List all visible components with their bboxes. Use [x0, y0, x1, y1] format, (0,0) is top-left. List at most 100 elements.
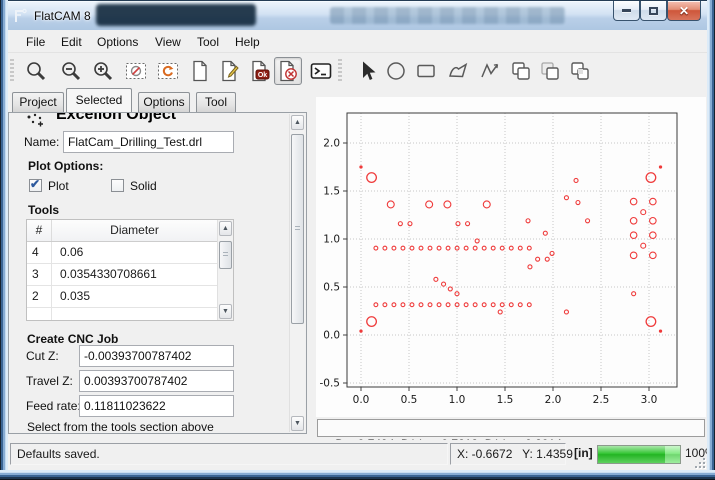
draw-rectangle-button[interactable]	[412, 57, 440, 85]
union-button[interactable]	[507, 57, 535, 85]
save-ok-icon: Ok	[248, 59, 272, 83]
tool-diameter-cell[interactable]: 0.06	[52, 242, 217, 263]
solid-checkbox-label[interactable]: Solid	[130, 179, 157, 193]
table-row[interactable]: 40.06	[27, 242, 217, 264]
scrollbar-thumb[interactable]	[291, 134, 304, 324]
draw-polygon-button[interactable]	[444, 57, 472, 85]
y-tick-label: 1.5	[323, 186, 340, 198]
plot-canvas[interactable]: 0.00.51.01.52.02.53.0-0.50.00.51.01.52.0	[316, 97, 706, 417]
travelz-input[interactable]	[79, 370, 234, 392]
background-window-bleed	[96, 4, 256, 26]
panel-title-clipped: Excellon Object	[56, 113, 256, 128]
tool-number-cell	[27, 308, 52, 321]
menu-item-edit[interactable]: Edit	[55, 32, 88, 52]
cnc-job-label: Create CNC Job	[27, 332, 118, 346]
subtract-icon	[538, 59, 562, 83]
pointer-icon	[356, 59, 380, 83]
minimize-button[interactable]	[613, 1, 640, 21]
toolbar-drag-handle[interactable]	[10, 59, 14, 83]
zoom-in-button[interactable]	[89, 57, 117, 85]
scrollbar-thumb[interactable]	[219, 241, 232, 269]
tool-number-cell[interactable]: 2	[27, 286, 52, 307]
drill-marker	[360, 330, 362, 332]
table-row[interactable]: 20.035	[27, 286, 217, 308]
replot-button[interactable]	[122, 57, 150, 85]
close-button[interactable]: ✕	[667, 1, 701, 21]
window-border-right[interactable]	[707, 0, 715, 480]
tab-options[interactable]: Options	[138, 92, 190, 112]
new-file-icon	[188, 59, 212, 83]
tool-diameter-cell[interactable]: 0.0354330708661	[52, 264, 217, 285]
plot-checkbox-label[interactable]: Plot	[48, 179, 69, 193]
draw-circle-icon	[384, 59, 408, 83]
zoom-fit-button[interactable]	[22, 57, 50, 85]
cutz-label: Cut Z:	[26, 349, 59, 363]
menu-item-file[interactable]: File	[20, 32, 51, 52]
thumb-grip	[295, 226, 300, 232]
tools-label: Tools	[28, 203, 59, 217]
tool-number-header[interactable]: #	[27, 220, 52, 241]
delete-object-icon	[276, 59, 300, 83]
shell-icon	[309, 59, 333, 83]
intersect-button[interactable]	[566, 57, 594, 85]
solid-checkbox[interactable]	[111, 179, 124, 192]
window-border-left[interactable]	[0, 0, 8, 480]
tools-hint-text: Select from the tools section above	[27, 420, 214, 434]
y-tick-label: 0.0	[323, 330, 340, 342]
diameter-header[interactable]: Diameter	[52, 220, 217, 241]
draw-polyline-icon	[478, 59, 502, 83]
figure-background	[316, 97, 706, 417]
clear-plot-button[interactable]	[154, 57, 182, 85]
new-file-button[interactable]	[186, 57, 214, 85]
menu-item-tool[interactable]: Tool	[191, 32, 225, 52]
drill-marker	[659, 330, 661, 332]
window-border-bottom[interactable]	[0, 470, 715, 480]
save-ok-button[interactable]: Ok	[246, 57, 274, 85]
tab-project[interactable]: Project	[12, 92, 64, 112]
shell-button[interactable]	[307, 57, 335, 85]
menu-item-help[interactable]: Help	[229, 32, 266, 52]
tool-number-cell[interactable]: 3	[27, 264, 52, 285]
cursor-coordinates: X: -0.6672 Y: 1.4359	[450, 443, 566, 465]
x-tick-label: 0.5	[401, 394, 418, 406]
x-tick-label: 1.5	[497, 394, 514, 406]
tool-diameter-cell[interactable]: 0.035	[52, 286, 217, 307]
table-row-partial[interactable]	[27, 308, 217, 321]
toolbar-drag-handle-2[interactable]	[338, 59, 342, 83]
delete-object-button[interactable]	[274, 57, 302, 85]
title-bar[interactable]: FlatCAM 8 ✕	[0, 0, 715, 30]
resize-grip[interactable]	[693, 456, 705, 468]
edit-file-button[interactable]	[216, 57, 244, 85]
zoom-out-button[interactable]	[57, 57, 85, 85]
menu-item-options[interactable]: Options	[91, 32, 144, 52]
union-icon	[509, 59, 533, 83]
feedrate-input[interactable]	[79, 395, 234, 417]
maximize-button[interactable]	[640, 1, 667, 21]
clear-plot-icon	[156, 59, 180, 83]
draw-polyline-button[interactable]	[476, 57, 504, 85]
tab-tool[interactable]: Tool	[196, 92, 236, 112]
tool-number-cell[interactable]: 4	[27, 242, 52, 263]
draw-polygon-icon	[446, 59, 470, 83]
draw-circle-button[interactable]	[382, 57, 410, 85]
table-row[interactable]: 30.0354330708661	[27, 264, 217, 286]
scroll-up-icon[interactable]: ▲	[219, 221, 232, 236]
menu-item-view[interactable]: View	[149, 32, 187, 52]
drill-marker	[360, 166, 362, 168]
close-icon: ✕	[679, 4, 689, 18]
cutz-input[interactable]	[79, 345, 234, 367]
scroll-down-icon[interactable]: ▼	[291, 416, 304, 431]
tools-table-body: 40.0630.035433070866120.035	[27, 242, 217, 320]
scroll-down-icon[interactable]: ▼	[219, 304, 232, 319]
tab-selected[interactable]: Selected	[66, 88, 132, 112]
panel-scrollbar[interactable]: ▲ ▼	[289, 114, 305, 432]
name-input[interactable]	[63, 131, 234, 153]
scroll-up-icon[interactable]: ▲	[291, 115, 304, 130]
subtract-button[interactable]	[536, 57, 564, 85]
pointer-button[interactable]	[354, 57, 382, 85]
plot-checkbox[interactable]: ✔	[29, 179, 42, 192]
status-bar: Defaults saved. X: -0.6672 Y: 1.4359 [in…	[8, 440, 707, 470]
svg-text:Ok: Ok	[258, 72, 267, 79]
tools-table-scrollbar[interactable]: ▲ ▼	[217, 220, 233, 320]
x-tick-label: 3.0	[641, 394, 658, 406]
